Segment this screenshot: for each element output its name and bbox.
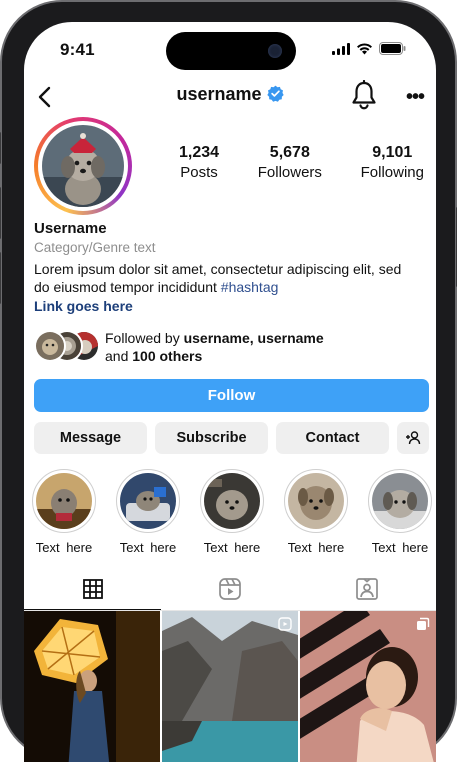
battery-icon: [379, 42, 406, 55]
followed-by-text: Followed by username, username and 100 ot…: [105, 329, 385, 365]
tagged-icon: [355, 578, 378, 600]
mutual-avatar: [34, 330, 66, 362]
highlight-cover: [284, 469, 348, 533]
grid-icon: [82, 579, 103, 599]
dynamic-island: [166, 32, 296, 70]
highlight-label: Text here: [119, 540, 177, 555]
profile-action-row: Message Subscribe Contact: [34, 422, 429, 454]
volume-up-button: [0, 187, 1, 239]
posts-count: 1,234: [179, 144, 220, 161]
posts-label: Posts: [180, 164, 218, 181]
highlight-item[interactable]: Text here: [368, 469, 432, 555]
camera-icon: [268, 44, 282, 58]
profile-bio: Lorem ipsum dolor sit amet, consectetur …: [34, 260, 414, 296]
highlight-item[interactable]: Text here: [284, 469, 348, 555]
highlight-item[interactable]: Text here: [200, 469, 264, 555]
status-time: 9:41: [60, 40, 95, 59]
status-icons: [332, 42, 406, 55]
add-person-icon: [406, 431, 421, 445]
header-username-text: username: [176, 84, 262, 104]
post-thumbnail[interactable]: [162, 611, 298, 762]
post-thumbnail[interactable]: [300, 611, 436, 762]
bio-hashtag[interactable]: #hashtag: [221, 279, 279, 295]
cellular-signal-icon: [332, 42, 350, 55]
reel-badge-icon: [278, 617, 292, 631]
carousel-badge-icon: [417, 617, 430, 630]
highlight-cover: [116, 469, 180, 533]
followed-others: 100 others: [132, 348, 203, 364]
message-button[interactable]: Message: [34, 422, 147, 454]
wifi-icon: [357, 42, 372, 54]
tab-tagged[interactable]: [298, 575, 435, 609]
tab-reels[interactable]: [161, 575, 298, 609]
posts-stat[interactable]: 1,234 Posts: [179, 144, 219, 181]
more-options-icon[interactable]: •••: [406, 86, 425, 109]
suggested-accounts-button[interactable]: [397, 422, 429, 454]
followers-count: 5,678: [269, 144, 310, 161]
following-count: 9,101: [372, 144, 413, 161]
following-stat[interactable]: 9,101 Following: [361, 144, 424, 181]
profile-category: Category/Genre text: [34, 240, 156, 255]
followed-and: and: [105, 348, 133, 364]
volume-down-button: [0, 252, 1, 304]
highlight-label: Text here: [371, 540, 429, 555]
bio-text: Lorem ipsum dolor sit amet, consectetur …: [34, 261, 402, 295]
status-bar: 9:41: [24, 22, 436, 80]
highlight-cover: [200, 469, 264, 533]
mute-switch: [0, 132, 1, 164]
highlight-label: Text here: [203, 540, 261, 555]
profile-link[interactable]: Link goes here: [34, 298, 133, 314]
followed-prefix: Followed by: [105, 330, 184, 346]
following-label: Following: [360, 164, 424, 181]
profile-header: username •••: [24, 80, 436, 114]
follow-button[interactable]: Follow: [34, 379, 429, 412]
subscribe-button[interactable]: Subscribe: [155, 422, 268, 454]
phone-screen: 9:41 username ••• 1,234 Posts 5,678 Foll…: [24, 22, 436, 762]
followers-label: Followers: [257, 164, 322, 181]
phone-frame: 9:41 username ••• 1,234 Posts 5,678 Foll…: [0, 0, 457, 762]
highlight-label: Text here: [287, 540, 345, 555]
verified-badge-icon: [266, 85, 284, 102]
highlight-cover: [32, 469, 96, 533]
followed-names: username, username: [183, 330, 324, 346]
post-thumbnail[interactable]: [24, 611, 160, 762]
post-grid: [24, 611, 436, 762]
profile-avatar[interactable]: [34, 117, 132, 215]
profile-stats: 1,234 Posts 5,678 Followers 9,101 Follow…: [179, 144, 424, 181]
reels-icon: [218, 578, 241, 600]
avatar-image: [42, 125, 124, 207]
mutual-follower-avatars: [34, 330, 100, 362]
story-highlights: Text here Text here Text here Text here: [32, 469, 432, 559]
tab-posts[interactable]: [24, 575, 161, 610]
highlight-cover: [368, 469, 432, 533]
profile-content-tabs: [24, 570, 436, 611]
bell-icon[interactable]: [350, 80, 378, 110]
followers-stat[interactable]: 5,678 Followers: [258, 144, 322, 181]
highlight-item[interactable]: Text here: [116, 469, 180, 555]
highlight-item[interactable]: Text here: [32, 469, 96, 555]
highlight-label: Text here: [35, 540, 93, 555]
contact-button[interactable]: Contact: [276, 422, 389, 454]
profile-name: Username: [34, 220, 107, 237]
